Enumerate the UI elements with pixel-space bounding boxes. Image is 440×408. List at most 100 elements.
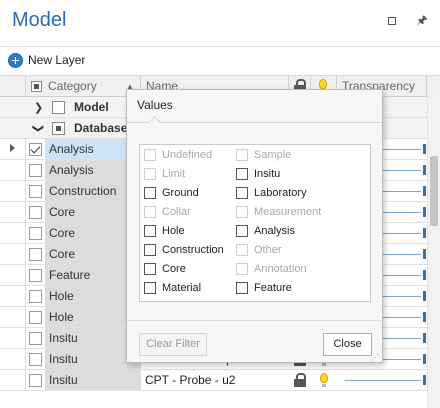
option-checkbox[interactable]	[236, 282, 248, 294]
filter-option[interactable]: Analysis	[236, 223, 295, 239]
row-checkbox[interactable]	[29, 185, 42, 198]
vertical-scrollbar[interactable]	[427, 96, 440, 408]
option-label: Other	[254, 244, 282, 256]
row-selector[interactable]	[0, 307, 26, 327]
close-button[interactable]: Close	[323, 333, 372, 356]
option-label: Collar	[162, 206, 191, 218]
row-selector[interactable]	[0, 160, 26, 180]
tab-values[interactable]: Values	[137, 98, 173, 112]
row-selector[interactable]	[0, 265, 26, 285]
slider-thumb[interactable]	[423, 333, 426, 343]
filter-option: Undefined	[144, 147, 212, 163]
option-checkbox[interactable]	[144, 282, 156, 294]
pin-icon: 🖈	[416, 12, 428, 27]
slider-thumb[interactable]	[423, 165, 426, 175]
row-selector[interactable]	[0, 181, 26, 201]
lightbulb-icon	[320, 373, 328, 387]
slider-thumb[interactable]	[423, 312, 426, 322]
group-checkbox[interactable]	[52, 101, 65, 114]
group-checkbox[interactable]	[52, 122, 65, 135]
row-lock-cell[interactable]	[289, 370, 311, 390]
option-checkbox	[144, 149, 156, 161]
option-label: Sample	[254, 149, 292, 161]
option-label: Hole	[162, 225, 185, 237]
filter-option: Measurement	[236, 204, 321, 220]
table-row[interactable]: Insitu CPT - Probe - u2	[0, 370, 440, 391]
pin-button[interactable]: 🖈	[414, 13, 430, 29]
lightbulb-icon	[319, 79, 327, 93]
row-checkbox[interactable]	[29, 290, 42, 303]
row-checkbox[interactable]	[29, 374, 42, 387]
row-visibility-cell[interactable]	[311, 370, 337, 390]
row-selector[interactable]	[0, 370, 26, 390]
panel-title: Model	[12, 9, 67, 31]
filter-option[interactable]: Insitu	[236, 166, 280, 182]
option-checkbox[interactable]	[144, 187, 156, 199]
row-checkbox[interactable]	[29, 248, 42, 261]
filter-option[interactable]: Ground	[144, 185, 199, 201]
slider-thumb[interactable]	[423, 249, 426, 259]
option-checkbox[interactable]	[236, 187, 248, 199]
slider-thumb[interactable]	[423, 186, 426, 196]
option-label: Annotation	[254, 263, 307, 275]
option-checkbox[interactable]	[236, 225, 248, 237]
scrollbar-thumb[interactable]	[430, 156, 438, 226]
row-selector[interactable]	[0, 349, 26, 369]
header-category[interactable]: Category ▲ ▼	[26, 76, 141, 97]
option-checkbox	[144, 206, 156, 218]
row-selector[interactable]	[0, 139, 26, 159]
maximize-button[interactable]	[384, 13, 400, 29]
option-checkbox[interactable]	[144, 225, 156, 237]
option-label: Feature	[254, 282, 292, 294]
lock-icon	[294, 373, 306, 387]
expand-chevron-icon[interactable]: ❯	[34, 101, 43, 114]
new-layer-button[interactable]: New Layer	[8, 52, 85, 68]
slider-thumb[interactable]	[423, 207, 426, 217]
slider-thumb[interactable]	[423, 228, 426, 238]
option-checkbox[interactable]	[236, 168, 248, 180]
option-label: Measurement	[254, 206, 322, 218]
slider-thumb[interactable]	[423, 291, 426, 301]
row-checkbox[interactable]	[29, 332, 42, 345]
row-category: Insitu	[45, 370, 141, 390]
row-checkbox[interactable]	[29, 206, 42, 219]
option-checkbox[interactable]	[144, 263, 156, 275]
filter-option: Limit	[144, 166, 185, 182]
clear-filter-button[interactable]: Clear Filter	[139, 333, 207, 356]
option-checkbox	[144, 168, 156, 180]
row-checkbox[interactable]	[29, 227, 42, 240]
row-checkbox[interactable]	[29, 143, 42, 156]
filter-option[interactable]: Material	[144, 280, 201, 296]
filter-option[interactable]: Feature	[236, 280, 292, 296]
row-selector[interactable]	[0, 286, 26, 306]
row-selector[interactable]	[0, 223, 26, 243]
option-label: Laboratory	[254, 187, 307, 199]
row-checkbox[interactable]	[29, 164, 42, 177]
slider-thumb[interactable]	[423, 144, 426, 154]
row-selector[interactable]	[0, 328, 26, 348]
group-label: Database	[74, 121, 128, 135]
option-label: Insitu	[254, 168, 281, 180]
resize-grip-icon[interactable]: ⋰	[371, 354, 379, 362]
slider-thumb[interactable]	[423, 354, 426, 364]
slider-thumb[interactable]	[423, 375, 426, 385]
row-checkbox[interactable]	[29, 311, 42, 324]
option-label: Core	[162, 263, 186, 275]
collapse-chevron-icon[interactable]: ❯	[32, 124, 45, 133]
filter-option[interactable]: Laboratory	[236, 185, 307, 201]
row-transparency[interactable]	[337, 370, 427, 390]
row-checkbox[interactable]	[29, 353, 42, 366]
filter-option[interactable]: Hole	[144, 223, 185, 239]
filter-option: Collar	[144, 204, 191, 220]
option-checkbox[interactable]	[144, 244, 156, 256]
slider-thumb[interactable]	[423, 270, 426, 280]
transparency-slider[interactable]	[345, 375, 426, 385]
group-label: Model	[74, 100, 109, 114]
row-selector[interactable]	[0, 202, 26, 222]
row-selector[interactable]	[0, 244, 26, 264]
row-checkbox[interactable]	[29, 269, 42, 282]
filter-option[interactable]: Construction	[144, 242, 224, 258]
filter-option[interactable]: Core	[144, 261, 186, 277]
option-checkbox	[236, 149, 248, 161]
option-label: Material	[162, 282, 202, 294]
